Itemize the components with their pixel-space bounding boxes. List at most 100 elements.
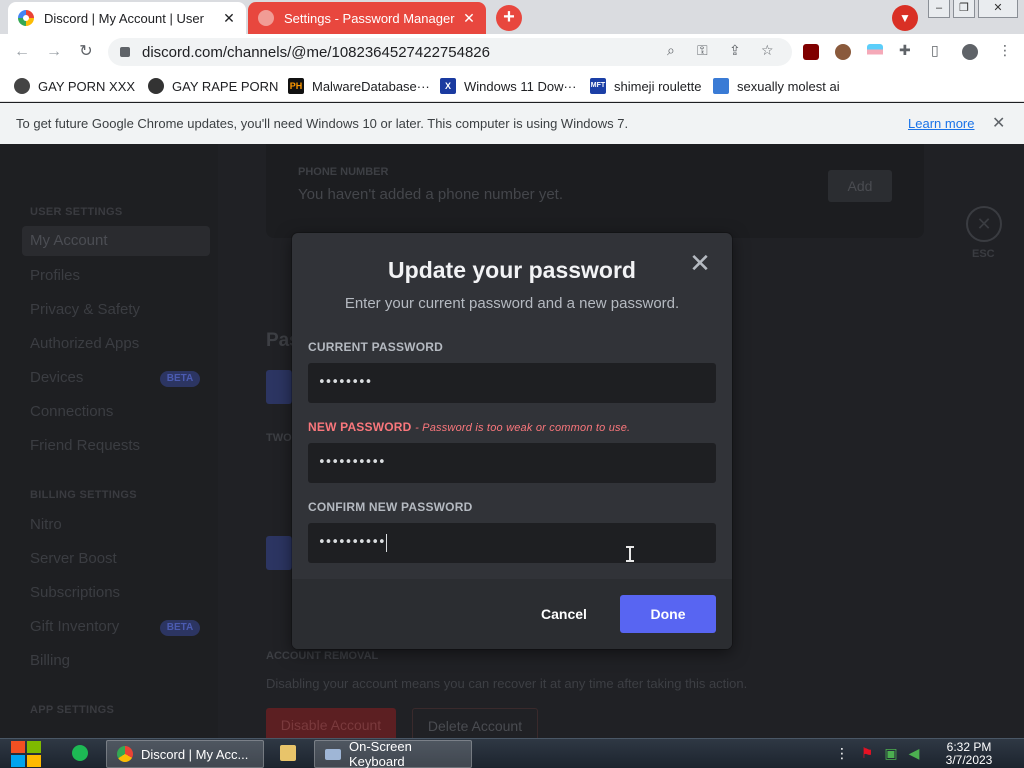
tab-search-button[interactable]: ▼ — [892, 5, 918, 31]
clock-date: 3/7/2023 — [945, 753, 993, 767]
text-caret — [385, 533, 387, 552]
tab-settings[interactable]: Settings - Password Manager ✕ — [248, 2, 486, 34]
taskbar-chrome-button[interactable]: Discord | My Acc... — [106, 740, 264, 768]
bookmark-item[interactable]: PH MalwareDatabase··· — [288, 77, 430, 95]
close-window-button[interactable]: ✕ — [978, 0, 1018, 18]
modal-footer: Cancel Done — [292, 579, 732, 649]
sidebar-item-devices[interactable]: Devices — [30, 369, 83, 386]
sidebar-item-my-account[interactable]: My Account — [22, 226, 210, 256]
bookmark-label: sexually molest ai — [737, 78, 840, 94]
enable-2fa-button[interactable] — [266, 536, 292, 570]
back-arrow-icon[interactable]: ← — [12, 42, 32, 62]
bookmark-label: GAY PORN XXX — [38, 78, 136, 94]
tab-close-icon[interactable]: ✕ — [458, 10, 480, 27]
discord-icon — [14, 78, 30, 94]
bookmark-item[interactable]: X Windows 11 Dow··· — [440, 77, 576, 95]
delete-account-button[interactable]: Delete Account — [412, 708, 538, 738]
confirm-password-value: •••••••••• — [318, 535, 386, 550]
bookmark-label: Windows 11 Dow··· — [464, 78, 577, 94]
new-tab-button[interactable]: + — [496, 5, 522, 31]
phone-value: You haven't added a phone number yet. — [298, 186, 564, 203]
volume-icon[interactable]: ◀ — [906, 745, 922, 761]
done-button[interactable]: Done — [620, 595, 716, 633]
key-icon[interactable]: ⚿ — [697, 42, 708, 59]
close-icon[interactable]: ✕ — [688, 250, 712, 276]
change-password-button[interactable] — [266, 370, 292, 404]
learn-more-link[interactable]: Learn more — [908, 116, 974, 131]
mft-icon: MFT — [590, 78, 606, 94]
restore-button[interactable]: ❐ — [953, 0, 975, 18]
start-button[interactable] — [10, 740, 42, 768]
zoom-search-icon[interactable]: ⌕ — [667, 42, 675, 59]
reload-icon[interactable]: ↻ — [76, 42, 96, 62]
bookmark-item[interactable]: GAY RAPE PORN — [148, 77, 278, 95]
taskbar-label: Discord | My Acc... — [141, 746, 249, 762]
tab-discord[interactable]: Discord | My Account | User ✕ — [8, 2, 246, 34]
folder-icon[interactable] — [280, 745, 296, 761]
tab-title: Discord | My Account | User — [44, 10, 204, 26]
forward-arrow-icon[interactable]: → — [44, 42, 64, 62]
gear-icon — [258, 10, 274, 26]
taskbar-label: On-Screen Keyboard — [348, 739, 412, 768]
ublock-icon[interactable] — [803, 44, 819, 60]
phone-label: PHONE NUMBER — [298, 166, 389, 178]
bookmark-label: shimeji roulette — [614, 78, 702, 94]
sidebar-item-nitro[interactable]: Nitro — [30, 516, 62, 533]
beta-badge: BETA — [160, 620, 200, 636]
bookmark-item[interactable]: MFT shimeji roulette — [590, 77, 701, 95]
sidebar-item-profiles[interactable]: Profiles — [30, 267, 80, 284]
browser-tab-strip: Discord | My Account | User ✕ Settings -… — [0, 0, 1024, 34]
cancel-button[interactable]: Cancel — [524, 595, 604, 633]
bot-icon — [713, 78, 729, 94]
system-clock[interactable]: 6:32 PM 3/7/2023 — [934, 741, 1004, 767]
sidebar-item-subscriptions[interactable]: Subscriptions — [30, 584, 120, 601]
minimize-button[interactable]: ‒ — [928, 0, 950, 18]
sidebar-item-billing[interactable]: Billing — [30, 652, 70, 669]
chrome-update-infobar: To get future Google Chrome updates, you… — [0, 103, 1024, 144]
network-icon[interactable]: ▣ — [883, 745, 899, 761]
taskbar-osk-button[interactable]: On-Screen Keyboard — [314, 739, 472, 768]
modal-subtitle: Enter your current password and a new pa… — [344, 295, 680, 312]
share-icon[interactable]: ⇪ — [729, 42, 741, 59]
address-bar[interactable]: discord.com/channels/@me/108236452742275… — [108, 38, 792, 66]
action-center-flag-icon[interactable]: ⚑ — [859, 745, 875, 761]
extension-avatar-icon[interactable] — [835, 44, 851, 60]
update-password-modal: Update your password Enter your current … — [292, 233, 732, 649]
profile-avatar-icon[interactable] — [962, 44, 978, 60]
side-panel-icon[interactable]: ▯ — [931, 42, 939, 59]
disable-account-button[interactable]: Disable Account — [266, 708, 396, 738]
pornhub-icon: PH — [288, 78, 304, 94]
windows-logo-icon — [11, 755, 25, 767]
add-phone-button[interactable]: Add — [828, 170, 892, 202]
sidebar-item-server-boost[interactable]: Server Boost — [30, 550, 117, 567]
sidebar-item-friend-requests[interactable]: Friend Requests — [30, 437, 140, 454]
current-password-input[interactable]: •••••••• — [308, 363, 716, 403]
sidebar-item-connections[interactable]: Connections — [30, 403, 113, 420]
current-password-label: CURRENT PASSWORD — [308, 340, 443, 354]
confirm-password-input[interactable]: •••••••••• — [308, 523, 716, 563]
puzzle-extensions-icon[interactable]: ✚ — [899, 42, 911, 59]
close-icon[interactable]: ✕ — [992, 113, 1005, 133]
sidebar-item-gift-inventory[interactable]: Gift Inventory — [30, 618, 119, 635]
tray-overflow-icon[interactable]: ⋮ — [834, 745, 850, 761]
chrome-favicon-icon — [18, 10, 34, 26]
sidebar-header: APP SETTINGS — [30, 704, 115, 716]
esc-label: ESC — [972, 248, 995, 260]
close-settings-icon[interactable]: ✕ — [966, 206, 1002, 242]
flag-extension-icon[interactable] — [867, 44, 883, 60]
kebab-menu-icon[interactable]: ⋮ — [998, 42, 1012, 59]
sidebar-item-authorized-apps[interactable]: Authorized Apps — [30, 335, 139, 352]
new-password-error: - Password is too weak or common to use. — [415, 422, 631, 434]
bookmark-item[interactable]: sexually molest ai — [713, 77, 840, 95]
new-password-input[interactable]: •••••••••• — [308, 443, 716, 483]
text-cursor-icon — [626, 546, 634, 562]
spotify-icon[interactable] — [72, 745, 88, 761]
bookmark-star-icon[interactable]: ☆ — [761, 42, 774, 59]
sidebar-item-privacy[interactable]: Privacy & Safety — [30, 301, 140, 318]
bookmark-item[interactable]: GAY PORN XXX — [14, 77, 135, 95]
globe-icon — [148, 78, 164, 94]
two-factor-label: TWO — [266, 432, 292, 444]
bookmark-label: GAY RAPE PORN — [172, 78, 279, 94]
tab-close-icon[interactable]: ✕ — [218, 10, 240, 27]
account-card: PHONE NUMBER You haven't added a phone n… — [266, 144, 924, 238]
